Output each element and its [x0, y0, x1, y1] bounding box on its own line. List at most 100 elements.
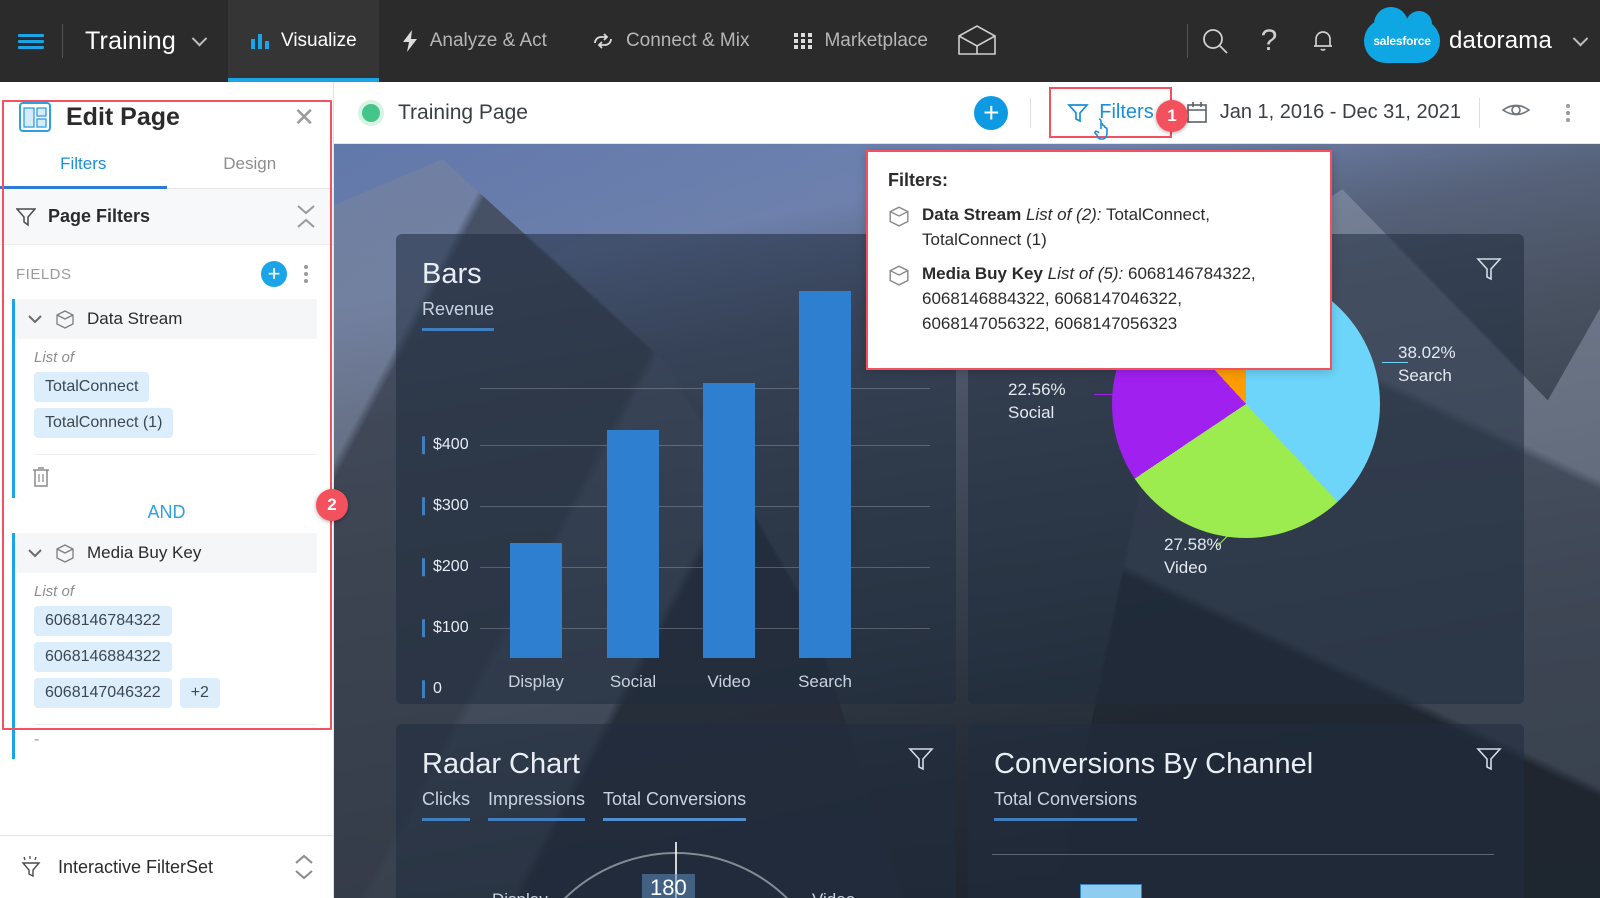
nav-label-marketplace: Marketplace [824, 30, 928, 51]
calendar-icon [1186, 101, 1207, 123]
chip-overflow-count[interactable]: +2 [179, 678, 220, 708]
lightning-icon [402, 30, 417, 52]
widget-radar-filter-funnel-icon[interactable] [908, 746, 934, 777]
trash-icon[interactable] [30, 465, 52, 489]
y-axis-tick: $200 [422, 558, 469, 576]
field-row-media-buy-key[interactable]: Media Buy Key [15, 533, 317, 573]
nav-items: Visualize Analyze & Act Connect & Mix Ma… [228, 0, 1004, 82]
date-range-picker[interactable]: Jan 1, 2016 - Dec 31, 2021 [1186, 101, 1479, 125]
chips-media-2: 6068146884322 [0, 642, 333, 678]
bar-social[interactable] [607, 430, 659, 658]
delete-filter-row [0, 455, 333, 498]
metric-impressions[interactable]: Impressions [488, 789, 586, 821]
add-field-button[interactable]: + [261, 261, 287, 287]
conversions-bar[interactable] [1080, 884, 1142, 898]
grid-icon [794, 33, 813, 49]
add-widget-button[interactable]: + [974, 95, 1009, 130]
metric-total-conversions[interactable]: Total Conversions [994, 789, 1138, 821]
page-layout-icon [19, 102, 51, 132]
widget-conversions-by-channel[interactable]: Conversions By Channel Total Conversions [968, 724, 1524, 898]
collapse-toggle-icon[interactable] [295, 203, 317, 230]
nav-item-analyze-act[interactable]: Analyze & Act [379, 0, 569, 82]
fields-row: FIELDS + [0, 245, 333, 299]
bar-display[interactable] [510, 543, 562, 658]
widget-conversions-filter-funnel-icon[interactable] [1476, 746, 1502, 777]
x-axis-label: Video [707, 672, 751, 691]
brand-name: datorama [1449, 27, 1552, 54]
metric-total-conversions[interactable]: Total Conversions [603, 789, 747, 821]
brand-logo[interactable]: salesforce datorama [1350, 7, 1589, 63]
workspace-selector[interactable]: Training [63, 0, 228, 82]
pie-label-social: 22.56% Social [1008, 379, 1066, 425]
widget-radar-header: Radar Chart Clicks Impressions Total Con… [396, 724, 956, 821]
bar-video[interactable] [703, 383, 755, 658]
fields-more-options-icon[interactable] [295, 265, 317, 283]
chip-value[interactable]: 6068146884322 [34, 642, 172, 672]
pie-label-video: 27.58% Video [1164, 534, 1222, 580]
chip-value[interactable]: 6068146784322 [34, 606, 172, 636]
close-icon[interactable]: ✕ [293, 104, 315, 130]
tab-filters[interactable]: Filters [0, 144, 167, 189]
widget-conversions-metrics: Total Conversions [994, 789, 1524, 821]
chips-data-stream-2: TotalConnect (1) [0, 408, 333, 444]
pie-value-video: 27.58% [1164, 535, 1222, 554]
field-row-data-stream[interactable]: Data Stream [15, 299, 317, 339]
widget-conversions-title: Conversions By Channel [994, 748, 1314, 780]
filters-button[interactable]: Filters [1049, 87, 1172, 140]
connect-icon [594, 33, 612, 49]
page-filters-header[interactable]: Page Filters [0, 189, 333, 245]
header-divider [1030, 97, 1032, 128]
radar-label-video: Video [812, 890, 855, 898]
field-name-data-stream: Data Stream [87, 309, 183, 328]
chip-value[interactable]: TotalConnect [34, 372, 150, 402]
interactive-filterset-row[interactable]: Interactive FilterSet [0, 835, 333, 898]
preview-eye-icon[interactable] [1480, 100, 1552, 125]
and-operator[interactable]: AND [0, 498, 333, 533]
pie-leader-social [1094, 394, 1128, 395]
widget-radar[interactable]: Radar Chart Clicks Impressions Total Con… [396, 724, 956, 898]
box-icon[interactable] [950, 0, 1004, 82]
chips-media-1: 6068146784322 [0, 606, 333, 642]
chevron-down-icon[interactable] [27, 314, 43, 325]
tab-design[interactable]: Design [167, 144, 334, 188]
chevron-down-icon [191, 30, 207, 46]
edit-page-tabs: Filters Design [0, 144, 333, 189]
nav-label-connect-mix: Connect & Mix [625, 30, 750, 51]
chip-value[interactable]: TotalConnect (1) [34, 408, 174, 438]
metric-clicks[interactable]: Clicks [422, 789, 470, 821]
radar-label-display: Display [492, 890, 548, 898]
nav-item-connect-mix[interactable]: Connect & Mix [569, 0, 772, 82]
pie-label-search: 38.02% Search [1398, 342, 1456, 388]
chips-data-stream: TotalConnect [0, 372, 333, 408]
annotation-badge-1: 1 [1156, 100, 1188, 132]
radar-axis-value: 180 [642, 874, 695, 898]
list-of-label-data-stream: List of [34, 349, 75, 366]
nav-item-marketplace[interactable]: Marketplace [771, 0, 950, 82]
bell-icon[interactable] [1296, 0, 1350, 82]
data-stream-box-icon [56, 310, 74, 329]
hamburger-menu-icon[interactable] [0, 0, 62, 82]
nav-item-visualize[interactable]: Visualize [228, 0, 379, 82]
edit-page-header: Edit Page ✕ [0, 82, 333, 144]
dashboard-header: Training Page + Filters Jan 1, 2016 - De… [334, 82, 1600, 144]
bar-search[interactable] [799, 291, 851, 658]
dashboard-page-name[interactable]: Training Page [398, 101, 528, 125]
search-icon[interactable] [1188, 0, 1242, 82]
dashboard-more-options-icon[interactable] [1560, 103, 1582, 122]
annotation-badge-2: 2 [316, 489, 348, 521]
expand-collapse-icon[interactable] [293, 854, 315, 880]
date-range-label: Jan 1, 2016 - Dec 31, 2021 [1219, 101, 1461, 123]
widget-radar-title: Radar Chart [422, 748, 580, 780]
interactive-filterset-label: Interactive FilterSet [58, 856, 214, 877]
chip-value[interactable]: 6068147046322 [34, 678, 172, 708]
help-icon[interactable]: ? [1242, 0, 1296, 82]
filters-tooltip-text-media-buy-key: Media Buy Key List of (5): 6068146784322… [922, 262, 1310, 336]
tab-design-label: Design [223, 154, 277, 173]
metric-revenue[interactable]: Revenue [422, 299, 495, 331]
y-axis-tick: $300 [422, 497, 469, 515]
data-stream-box-icon [889, 265, 909, 286]
chevron-down-icon[interactable] [27, 548, 43, 559]
filters-tooltip-text-data-stream: Data Stream List of (2): TotalConnect, T… [922, 203, 1310, 252]
nav-label-analyze-act: Analyze & Act [429, 30, 547, 51]
interactive-filter-icon [21, 856, 41, 878]
